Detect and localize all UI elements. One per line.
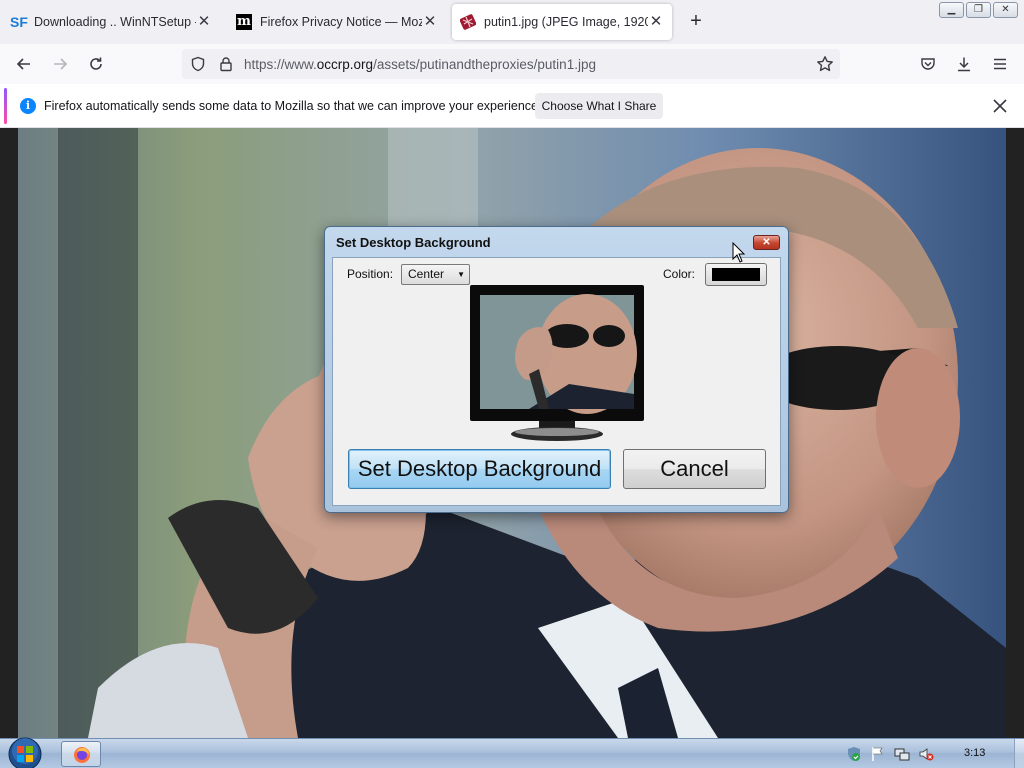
set-desktop-background-dialog: Set Desktop Background ✕ Position: Cente…: [324, 226, 789, 513]
volume-muted-icon[interactable]: [918, 746, 934, 762]
download-icon: [958, 57, 970, 72]
taskbar-firefox-button[interactable]: [61, 741, 101, 767]
security-shield-icon[interactable]: [846, 746, 862, 762]
tab-label: Firefox Privacy Notice — Mozilla: [260, 15, 422, 29]
dialog-title: Set Desktop Background: [336, 235, 491, 250]
tab-label: Downloading .. WinNTSetup - S: [34, 15, 196, 29]
tab-winntsetup[interactable]: SF Downloading .. WinNTSetup - S ✕: [2, 4, 220, 40]
tab-label: putin1.jpg (JPEG Image, 1920 ×: [484, 15, 648, 29]
close-icon[interactable]: ✕: [196, 14, 212, 30]
maximize-button[interactable]: ❐: [966, 2, 991, 18]
info-icon: i: [20, 98, 36, 114]
star-bookmark-icon[interactable]: [816, 55, 834, 73]
set-desktop-background-button[interactable]: Set Desktop Background: [348, 449, 611, 489]
cancel-button[interactable]: Cancel: [623, 449, 766, 489]
data-collection-notification: i Firefox automatically sends some data …: [0, 84, 1024, 128]
jpeg-image-icon: [460, 14, 476, 30]
color-swatch: [712, 268, 760, 281]
close-icon[interactable]: [990, 96, 1010, 116]
hamburger-menu-icon: [994, 58, 1006, 70]
firefox-icon: [74, 747, 90, 763]
position-label: Position:: [347, 267, 394, 281]
close-icon[interactable]: ✕: [648, 14, 664, 30]
close-icon[interactable]: ✕: [422, 14, 438, 30]
notification-accent: [4, 88, 7, 124]
tab-strip: SF Downloading .. WinNTSetup - S ✕ m Fir…: [0, 0, 1024, 44]
downloads-button[interactable]: [950, 50, 978, 78]
forward-button[interactable]: [46, 50, 74, 78]
pocket-button[interactable]: [914, 50, 942, 78]
reload-button[interactable]: [82, 50, 110, 78]
back-button[interactable]: [10, 50, 38, 78]
url-path: /assets/putinandtheproxies/putin1.jpg: [373, 57, 596, 72]
window-controls: ▁ ❐ ✕: [939, 2, 1018, 18]
minimize-button[interactable]: ▁: [939, 2, 964, 18]
lock-icon[interactable]: [218, 56, 234, 72]
shield-icon[interactable]: [190, 56, 206, 72]
taskbar-clock[interactable]: 3:13: [964, 747, 985, 759]
notification-text: Firefox automatically sends some data to…: [44, 99, 542, 113]
position-select-value: Center: [408, 267, 445, 281]
pocket-icon: [921, 58, 935, 70]
new-tab-button[interactable]: +: [684, 10, 708, 34]
dropdown-arrow-icon: ▼: [457, 270, 465, 279]
color-picker-button[interactable]: [705, 263, 767, 286]
mozilla-icon: m: [236, 14, 252, 30]
tab-privacy-notice[interactable]: m Firefox Privacy Notice — Mozilla ✕: [228, 4, 446, 40]
window-close-button[interactable]: ✕: [993, 2, 1018, 18]
url-bar[interactable]: https://www.occrp.org/assets/putinandthe…: [182, 49, 840, 79]
monitor-preview: [470, 285, 644, 441]
position-select[interactable]: Center ▼: [401, 264, 470, 285]
start-button[interactable]: [6, 735, 44, 768]
arrow-left-icon: [16, 58, 30, 70]
url-prefix: https://www.: [244, 57, 317, 72]
choose-what-i-share-button[interactable]: Choose What I Share: [535, 93, 663, 119]
menu-button[interactable]: [986, 50, 1014, 78]
dialog-body: Position: Center ▼ Color: Set Desktop Ba…: [332, 257, 781, 506]
reload-icon: [90, 57, 102, 70]
arrow-right-icon: [54, 58, 68, 70]
show-desktop-button[interactable]: [1014, 739, 1024, 768]
tab-putin1-jpg[interactable]: putin1.jpg (JPEG Image, 1920 × ✕: [452, 4, 672, 40]
dialog-close-button[interactable]: ✕: [753, 235, 780, 250]
color-label: Color:: [663, 267, 696, 281]
mouse-cursor-icon: [732, 242, 746, 263]
action-center-flag-icon[interactable]: [870, 746, 886, 762]
url-text: https://www.occrp.org/assets/putinandthe…: [244, 57, 596, 72]
navigation-toolbar: https://www.occrp.org/assets/putinandthe…: [0, 44, 1024, 84]
taskbar: 3:13: [0, 735, 1024, 768]
network-icon[interactable]: [894, 746, 910, 762]
sourceforge-icon: SF: [10, 14, 28, 30]
url-domain: occrp.org: [316, 57, 374, 72]
